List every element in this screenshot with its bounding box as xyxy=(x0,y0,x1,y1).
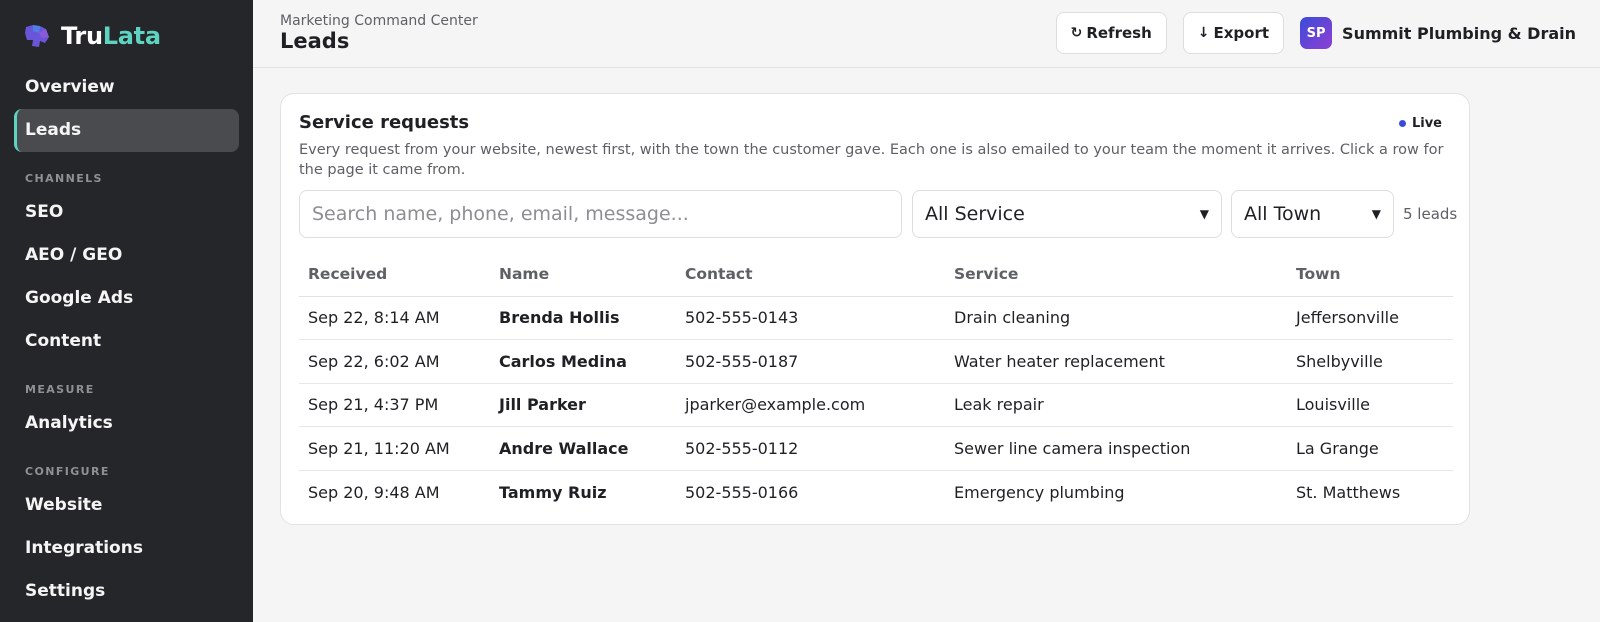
download-arrow-icon: ↓ xyxy=(1197,25,1210,41)
section-label-channels: CHANNELS xyxy=(25,172,103,185)
cell-received: Sep 22, 6:02 AM xyxy=(299,339,490,384)
cell-contact: 502-555-0187 xyxy=(676,339,945,384)
cell-service: Water heater replacement xyxy=(945,339,1287,384)
cell-contact: 502-555-0112 xyxy=(676,426,945,471)
town-filter-value: All Town xyxy=(1244,203,1322,225)
table-row[interactable]: Sep 22, 6:02 AM Carlos Medina 502-555-01… xyxy=(299,339,1453,384)
sidebar: TruLata Overview Leads CHANNELS SEO AEO … xyxy=(0,0,253,622)
filter-bar: All Service ▼ All Town ▼ 5 leads xyxy=(299,190,1457,238)
column-header-contact[interactable]: Contact xyxy=(676,252,945,297)
service-filter-select[interactable]: All Service ▼ xyxy=(912,190,1222,238)
live-badge: Live xyxy=(1398,116,1442,131)
chevron-down-icon: ▼ xyxy=(1199,207,1209,221)
cell-name: Andre Wallace xyxy=(490,426,676,471)
topbar-actions: ↻ Refresh ↓ Export SP Summit Plumbing & … xyxy=(1055,12,1576,54)
brand[interactable]: TruLata xyxy=(0,20,253,52)
leads-table: Received Name Contact Service Town Sep 2… xyxy=(299,252,1453,514)
search-input[interactable] xyxy=(299,190,902,238)
topbar: Marketing Command Center Leads ↻ Refresh… xyxy=(253,0,1600,68)
account-name[interactable]: Summit Plumbing & Drain xyxy=(1342,24,1576,43)
sidebar-item-website[interactable]: Website xyxy=(14,484,239,527)
lead-count: 5 leads xyxy=(1403,205,1458,223)
sidebar-item-overview[interactable]: Overview xyxy=(14,66,239,109)
chevron-down-icon: ▼ xyxy=(1371,207,1381,221)
table-row[interactable]: Sep 22, 8:14 AM Brenda Hollis 502-555-01… xyxy=(299,296,1453,340)
column-header-name[interactable]: Name xyxy=(490,252,676,297)
cell-service: Sewer line camera inspection xyxy=(945,426,1287,471)
cell-contact: jparker@example.com xyxy=(676,383,945,427)
cell-contact: 502-555-0143 xyxy=(676,296,945,340)
avatar[interactable]: SP xyxy=(1300,17,1333,49)
brand-name: TruLata xyxy=(61,22,161,50)
page-title: Leads xyxy=(280,29,350,53)
cell-town: St. Matthews xyxy=(1296,482,1401,502)
cell-received: Sep 21, 4:37 PM xyxy=(299,383,490,427)
cell-town: Jeffersonville xyxy=(1287,296,1453,340)
cell-name: Jill Parker xyxy=(490,383,676,427)
table-row[interactable]: Sep 21, 4:37 PM Jill Parker jparker@exam… xyxy=(299,383,1453,427)
sidebar-item-leads[interactable]: Leads xyxy=(14,109,239,152)
table-row[interactable]: Sep 21, 11:20 AM Andre Wallace 502-555-0… xyxy=(299,426,1453,471)
town-filter-select[interactable]: All Town ▼ xyxy=(1231,190,1394,238)
card-title: Service requests xyxy=(299,112,470,133)
refresh-button[interactable]: ↻ Refresh xyxy=(1055,12,1167,54)
refresh-icon: ↻ xyxy=(1070,25,1083,41)
cell-name: Carlos Medina xyxy=(490,339,676,384)
live-dot-icon xyxy=(1398,120,1406,127)
cell-service: Drain cleaning xyxy=(945,296,1287,340)
sidebar-item-content[interactable]: Content xyxy=(14,320,239,363)
cell-received: Sep 20, 9:48 AM xyxy=(308,482,440,502)
sidebar-item-aeo-geo[interactable]: AEO / GEO xyxy=(14,234,239,277)
cell-received: Sep 21, 11:20 AM xyxy=(299,426,490,471)
live-label: Live xyxy=(1411,116,1442,131)
cell-town: Louisville xyxy=(1287,383,1453,427)
column-header-service[interactable]: Service xyxy=(945,252,1287,297)
service-requests-card: Service requests Live Every request from… xyxy=(280,93,1470,525)
cell-service: Emergency plumbing xyxy=(954,482,1125,502)
main-content: Marketing Command Center Leads ↻ Refresh… xyxy=(253,0,1600,622)
breadcrumb: Marketing Command Center xyxy=(280,13,478,29)
export-label: Export xyxy=(1213,24,1270,42)
sidebar-item-seo[interactable]: SEO xyxy=(14,191,239,234)
refresh-label: Refresh xyxy=(1086,24,1152,42)
sidebar-item-google-ads[interactable]: Google Ads xyxy=(14,277,239,320)
puzzle-logo-icon xyxy=(25,25,49,47)
cell-town: La Grange xyxy=(1287,426,1453,471)
sidebar-item-analytics[interactable]: Analytics xyxy=(14,402,239,445)
export-button[interactable]: ↓ Export xyxy=(1182,12,1285,54)
cell-name: Tammy Ruiz xyxy=(499,482,607,502)
column-header-received[interactable]: Received xyxy=(299,252,490,297)
cell-contact: 502-555-0166 xyxy=(685,482,799,502)
cell-received: Sep 22, 8:14 AM xyxy=(299,296,490,340)
sidebar-item-integrations[interactable]: Integrations xyxy=(14,527,239,570)
cell-town: Shelbyville xyxy=(1287,339,1453,384)
table-row[interactable]: Sep 20, 9:48 AM Tammy Ruiz 502-555-0166 … xyxy=(299,470,1453,514)
cell-name: Brenda Hollis xyxy=(490,296,676,340)
section-label-measure: MEASURE xyxy=(25,383,95,396)
section-label-configure: CONFIGURE xyxy=(25,465,110,478)
sidebar-item-settings[interactable]: Settings xyxy=(14,570,239,613)
service-filter-value: All Service xyxy=(925,203,1025,225)
column-header-town[interactable]: Town xyxy=(1287,252,1453,297)
card-description: Every request from your website, newest … xyxy=(299,142,1444,178)
table-header-row: Received Name Contact Service Town xyxy=(299,252,1453,297)
cell-service: Leak repair xyxy=(945,383,1287,427)
